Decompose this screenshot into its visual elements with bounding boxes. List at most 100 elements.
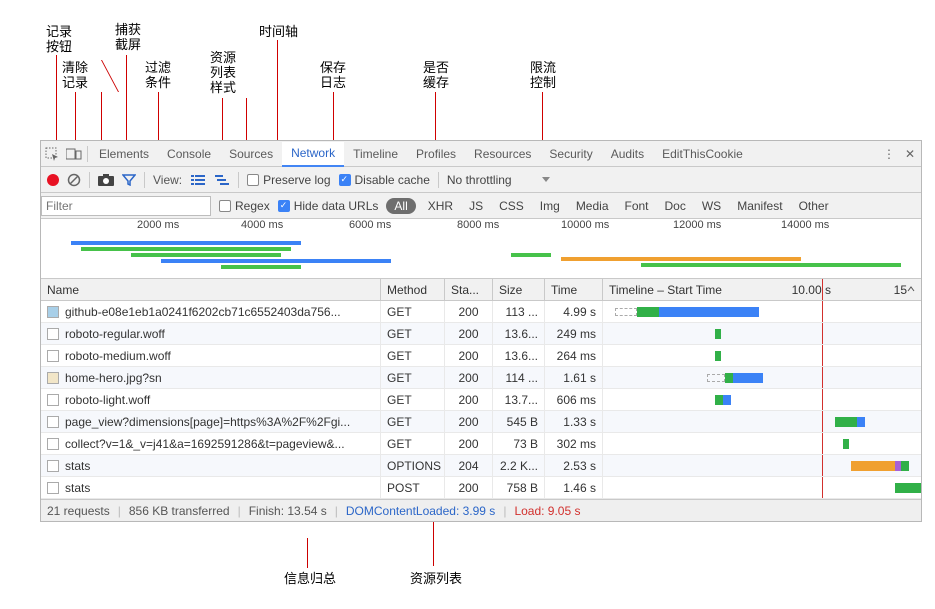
cell-status: 200 [445, 323, 493, 344]
cell-status: 200 [445, 433, 493, 454]
table-row[interactable]: roboto-light.woff GET 200 13.7... 606 ms [41, 389, 921, 411]
tab-profiles[interactable]: Profiles [407, 141, 465, 166]
record-button[interactable] [47, 174, 59, 186]
clear-log-icon[interactable] [67, 173, 81, 187]
col-status[interactable]: Sta... [445, 279, 493, 300]
summary-transferred: 856 KB transferred [129, 504, 230, 518]
overview-bars [41, 239, 921, 277]
table-row[interactable]: roboto-medium.woff GET 200 13.6... 264 m… [41, 345, 921, 367]
cell-method: GET [381, 301, 445, 322]
cell-timeline [603, 367, 921, 388]
cell-timeline [603, 477, 921, 498]
type-filter-ws[interactable]: WS [698, 199, 725, 213]
col-size[interactable]: Size [493, 279, 545, 300]
tab-audits[interactable]: Audits [602, 141, 653, 166]
col-timeline-right: 15 [894, 283, 915, 297]
type-filter-doc[interactable]: Doc [661, 199, 690, 213]
type-filter-other[interactable]: Other [795, 199, 833, 213]
cell-name: roboto-regular.woff [65, 327, 165, 341]
tick: 4000 ms [241, 219, 283, 233]
cell-size: 13.6... [493, 345, 545, 366]
device-toggle-icon[interactable] [63, 141, 85, 166]
file-icon [47, 482, 59, 494]
cell-size: 113 ... [493, 301, 545, 322]
throttling-select[interactable]: No throttling [447, 173, 550, 187]
close-icon[interactable]: ✕ [899, 147, 921, 161]
cell-method: GET [381, 323, 445, 344]
cell-time: 2.53 s [545, 455, 603, 476]
cell-time: 4.99 s [545, 301, 603, 322]
anno-resource-list: 资源列表 [410, 568, 462, 587]
cell-time: 1.46 s [545, 477, 603, 498]
cell-timeline [603, 411, 921, 432]
cell-status: 200 [445, 389, 493, 410]
tab-security[interactable]: Security [540, 141, 601, 166]
filter-input[interactable] [41, 196, 211, 216]
cell-status: 204 [445, 455, 493, 476]
cell-time: 606 ms [545, 389, 603, 410]
more-menu-icon[interactable]: ⋮ [879, 147, 899, 161]
preserve-log-checkbox[interactable]: Preserve log [247, 173, 330, 187]
inspect-element-icon[interactable] [41, 141, 63, 166]
type-filter-js[interactable]: JS [465, 199, 487, 213]
disable-cache-checkbox[interactable]: Disable cache [339, 173, 430, 187]
type-filter-all[interactable]: All [386, 198, 415, 214]
type-filter-css[interactable]: CSS [495, 199, 528, 213]
table-row[interactable]: collect?v=1&_v=j41&a=1692591286&t=pagevi… [41, 433, 921, 455]
cell-timeline [603, 455, 921, 476]
tab-editthiscookie[interactable]: EditThisCookie [653, 141, 752, 166]
anno-filter-cond: 过滤 条件 [145, 60, 171, 90]
cell-time: 302 ms [545, 433, 603, 454]
cell-name: stats [65, 459, 90, 473]
file-icon [47, 438, 59, 450]
regex-label: Regex [235, 199, 270, 213]
type-filter-media[interactable]: Media [572, 199, 613, 213]
cell-timeline [603, 301, 921, 322]
cell-name: collect?v=1&_v=j41&a=1692591286&t=pagevi… [65, 437, 345, 451]
type-filter-xhr[interactable]: XHR [424, 199, 457, 213]
col-timeline-mid: 10.00 s [792, 283, 831, 297]
view-list-icon[interactable] [190, 173, 206, 187]
summary-bar: 21 requests | 856 KB transferred | Finis… [41, 499, 921, 521]
type-filter-font[interactable]: Font [621, 199, 653, 213]
table-row[interactable]: stats OPTIONS 204 2.2 K... 2.53 s [41, 455, 921, 477]
capture-screenshot-icon[interactable] [98, 174, 114, 186]
table-row[interactable]: github-e08e1eb1a0241f6202cb71c6552403da7… [41, 301, 921, 323]
file-icon [47, 372, 59, 384]
timeline-overview[interactable]: 2000 ms 4000 ms 6000 ms 8000 ms 10000 ms… [41, 219, 921, 279]
tab-sources[interactable]: Sources [220, 141, 282, 166]
cell-time: 264 ms [545, 345, 603, 366]
table-row[interactable]: stats POST 200 758 B 1.46 s [41, 477, 921, 499]
tab-console[interactable]: Console [158, 141, 220, 166]
tab-resources[interactable]: Resources [465, 141, 540, 166]
tick: 14000 ms [781, 219, 829, 233]
col-timeline[interactable]: Timeline – Start Time 10.00 s 15 [603, 279, 921, 300]
hide-data-urls-checkbox[interactable]: Hide data URLs [278, 199, 379, 213]
col-timeline-label: Timeline – Start Time [609, 283, 722, 297]
filter-toggle-icon[interactable] [122, 174, 136, 186]
tab-elements[interactable]: Elements [90, 141, 158, 166]
file-icon [47, 394, 59, 406]
tab-timeline[interactable]: Timeline [344, 141, 407, 166]
summary-finish: Finish: 13.54 s [249, 504, 327, 518]
col-name[interactable]: Name [41, 279, 381, 300]
tick: 8000 ms [457, 219, 499, 233]
cell-name: page_view?dimensions[page]=https%3A%2F%2… [65, 415, 350, 429]
table-row[interactable]: home-hero.jpg?sn GET 200 114 ... 1.61 s [41, 367, 921, 389]
table-row[interactable]: page_view?dimensions[page]=https%3A%2F%2… [41, 411, 921, 433]
type-filter-img[interactable]: Img [536, 199, 564, 213]
cell-size: 114 ... [493, 367, 545, 388]
view-waterfall-icon[interactable] [214, 173, 230, 187]
col-method[interactable]: Method [381, 279, 445, 300]
col-time[interactable]: Time [545, 279, 603, 300]
anno-clear: 清除 记录 [62, 60, 88, 90]
cell-status: 200 [445, 477, 493, 498]
table-row[interactable]: roboto-regular.woff GET 200 13.6... 249 … [41, 323, 921, 345]
cell-method: POST [381, 477, 445, 498]
type-filter-manifest[interactable]: Manifest [733, 199, 786, 213]
tick: 2000 ms [137, 219, 179, 233]
regex-checkbox[interactable]: Regex [219, 199, 270, 213]
anno-preserve: 保存 日志 [320, 60, 346, 90]
tab-network[interactable]: Network [282, 142, 344, 167]
cell-size: 758 B [493, 477, 545, 498]
